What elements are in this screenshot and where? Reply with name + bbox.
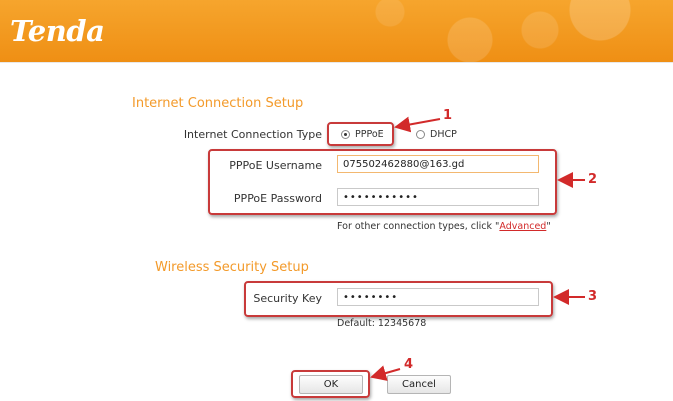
arrow-1-icon	[394, 116, 441, 133]
callout-number-4: 4	[404, 357, 414, 372]
arrow-4-icon	[370, 365, 401, 381]
callout-number-1: 1	[443, 108, 453, 123]
callout-number-3: 3	[588, 289, 598, 304]
callout-number-2: 2	[588, 172, 598, 187]
callout-arrows	[370, 116, 585, 381]
